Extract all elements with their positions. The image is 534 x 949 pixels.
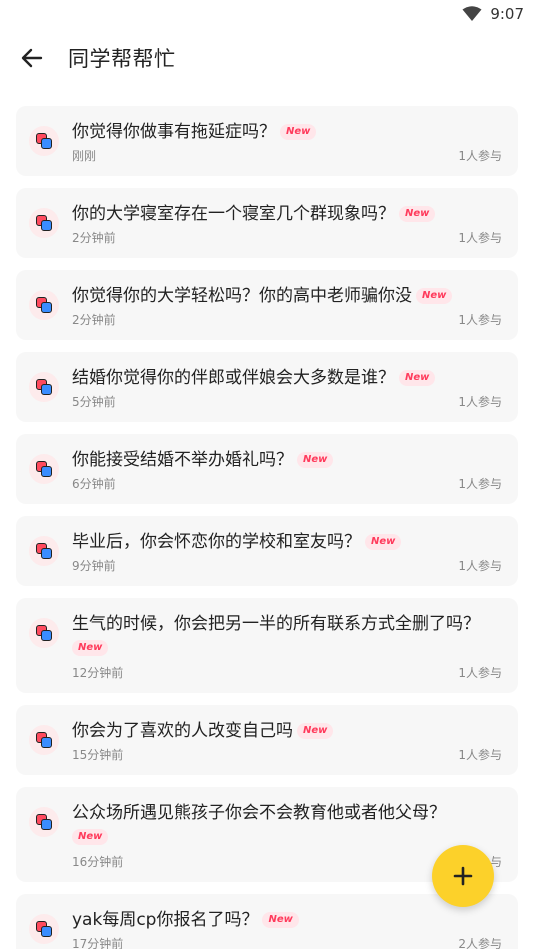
question-time: 17分钟前	[72, 937, 124, 949]
participant-count: 2人参与	[458, 937, 502, 949]
participant-count: 1人参与	[458, 748, 502, 762]
question-card[interactable]: 你觉得你做事有拖延症吗？ New 刚刚 1人参与	[16, 106, 518, 176]
question-title: 你能接受结婚不举办婚礼吗？	[72, 450, 293, 470]
question-time: 刚刚	[72, 149, 97, 163]
new-badge: New	[262, 912, 299, 928]
app-header: 同学帮帮忙	[0, 28, 534, 88]
question-title: 毕业后，你会怀恋你的学校和室友吗？	[72, 532, 361, 552]
participant-count: 1人参与	[458, 666, 502, 680]
question-icon	[29, 372, 59, 402]
question-title: 公众场所遇见熊孩子你会不会教育他或者他父母？	[72, 803, 446, 823]
question-card[interactable]: 你的大学寝室存在一个寝室几个群现象吗？ New 2分钟前 1人参与	[16, 188, 518, 258]
question-card[interactable]: 你会为了喜欢的人改变自己吗 New 15分钟前 1人参与	[16, 705, 518, 775]
question-icon	[29, 290, 59, 320]
question-time: 16分钟前	[72, 855, 124, 869]
question-card[interactable]: 你觉得你的大学轻松吗？你的高中老师骗你没 New 2分钟前 1人参与	[16, 270, 518, 340]
participant-count: 1人参与	[458, 149, 502, 163]
add-question-button[interactable]	[432, 845, 494, 907]
participant-count: 1人参与	[458, 477, 502, 491]
question-icon	[29, 725, 59, 755]
question-time: 6分钟前	[72, 477, 116, 491]
question-card[interactable]: 毕业后，你会怀恋你的学校和室友吗？ New 9分钟前 1人参与	[16, 516, 518, 586]
question-card[interactable]: 生气的时候，你会把另一半的所有联系方式全删了吗？ New 12分钟前 1人参与	[16, 598, 518, 693]
question-icon	[29, 914, 59, 944]
participant-count: 1人参与	[458, 313, 502, 327]
new-badge: New	[72, 829, 109, 845]
new-badge: New	[72, 640, 109, 656]
question-icon	[29, 454, 59, 484]
question-time: 9分钟前	[72, 559, 116, 573]
question-card[interactable]: yak每周cp你报名了吗？ New 17分钟前 2人参与	[16, 894, 518, 949]
new-badge: New	[280, 124, 317, 140]
new-badge: New	[399, 370, 436, 386]
new-badge: New	[416, 288, 453, 304]
question-card[interactable]: 你能接受结婚不举办婚礼吗？ New 6分钟前 1人参与	[16, 434, 518, 504]
new-badge: New	[297, 723, 334, 739]
question-time: 2分钟前	[72, 313, 116, 327]
question-time: 5分钟前	[72, 395, 116, 409]
question-icon	[29, 618, 59, 648]
question-time: 12分钟前	[72, 666, 124, 680]
status-time: 9:07	[490, 5, 524, 23]
question-icon	[29, 536, 59, 566]
question-icon	[29, 126, 59, 156]
question-title: 你会为了喜欢的人改变自己吗	[72, 721, 293, 741]
participant-count: 1人参与	[458, 395, 502, 409]
new-badge: New	[297, 452, 334, 468]
arrow-left-icon	[21, 48, 43, 68]
page-title: 同学帮帮忙	[68, 47, 176, 71]
new-badge: New	[399, 206, 436, 222]
status-bar: 9:07	[0, 0, 534, 28]
question-icon	[29, 208, 59, 238]
back-button[interactable]	[20, 46, 44, 70]
question-title: 你的大学寝室存在一个寝室几个群现象吗？	[72, 204, 395, 224]
question-title: 你觉得你的大学轻松吗？你的高中老师骗你没	[72, 286, 412, 306]
question-title: 你觉得你做事有拖延症吗？	[72, 122, 276, 142]
wifi-icon	[462, 6, 482, 21]
new-badge: New	[365, 534, 402, 550]
plus-icon	[453, 866, 473, 886]
question-title: yak每周cp你报名了吗？	[72, 910, 259, 930]
question-title: 生气的时候，你会把另一半的所有联系方式全删了吗？	[72, 614, 480, 634]
question-time: 2分钟前	[72, 231, 116, 245]
question-card[interactable]: 结婚你觉得你的伴郎或伴娘会大多数是谁？ New 5分钟前 1人参与	[16, 352, 518, 422]
participant-count: 1人参与	[458, 231, 502, 245]
question-icon	[29, 807, 59, 837]
question-time: 15分钟前	[72, 748, 124, 762]
question-title: 结婚你觉得你的伴郎或伴娘会大多数是谁？	[72, 368, 395, 388]
participant-count: 1人参与	[458, 559, 502, 573]
question-list: 你觉得你做事有拖延症吗？ New 刚刚 1人参与 你的大学寝室存在一个寝室几个群现象…	[16, 106, 518, 949]
